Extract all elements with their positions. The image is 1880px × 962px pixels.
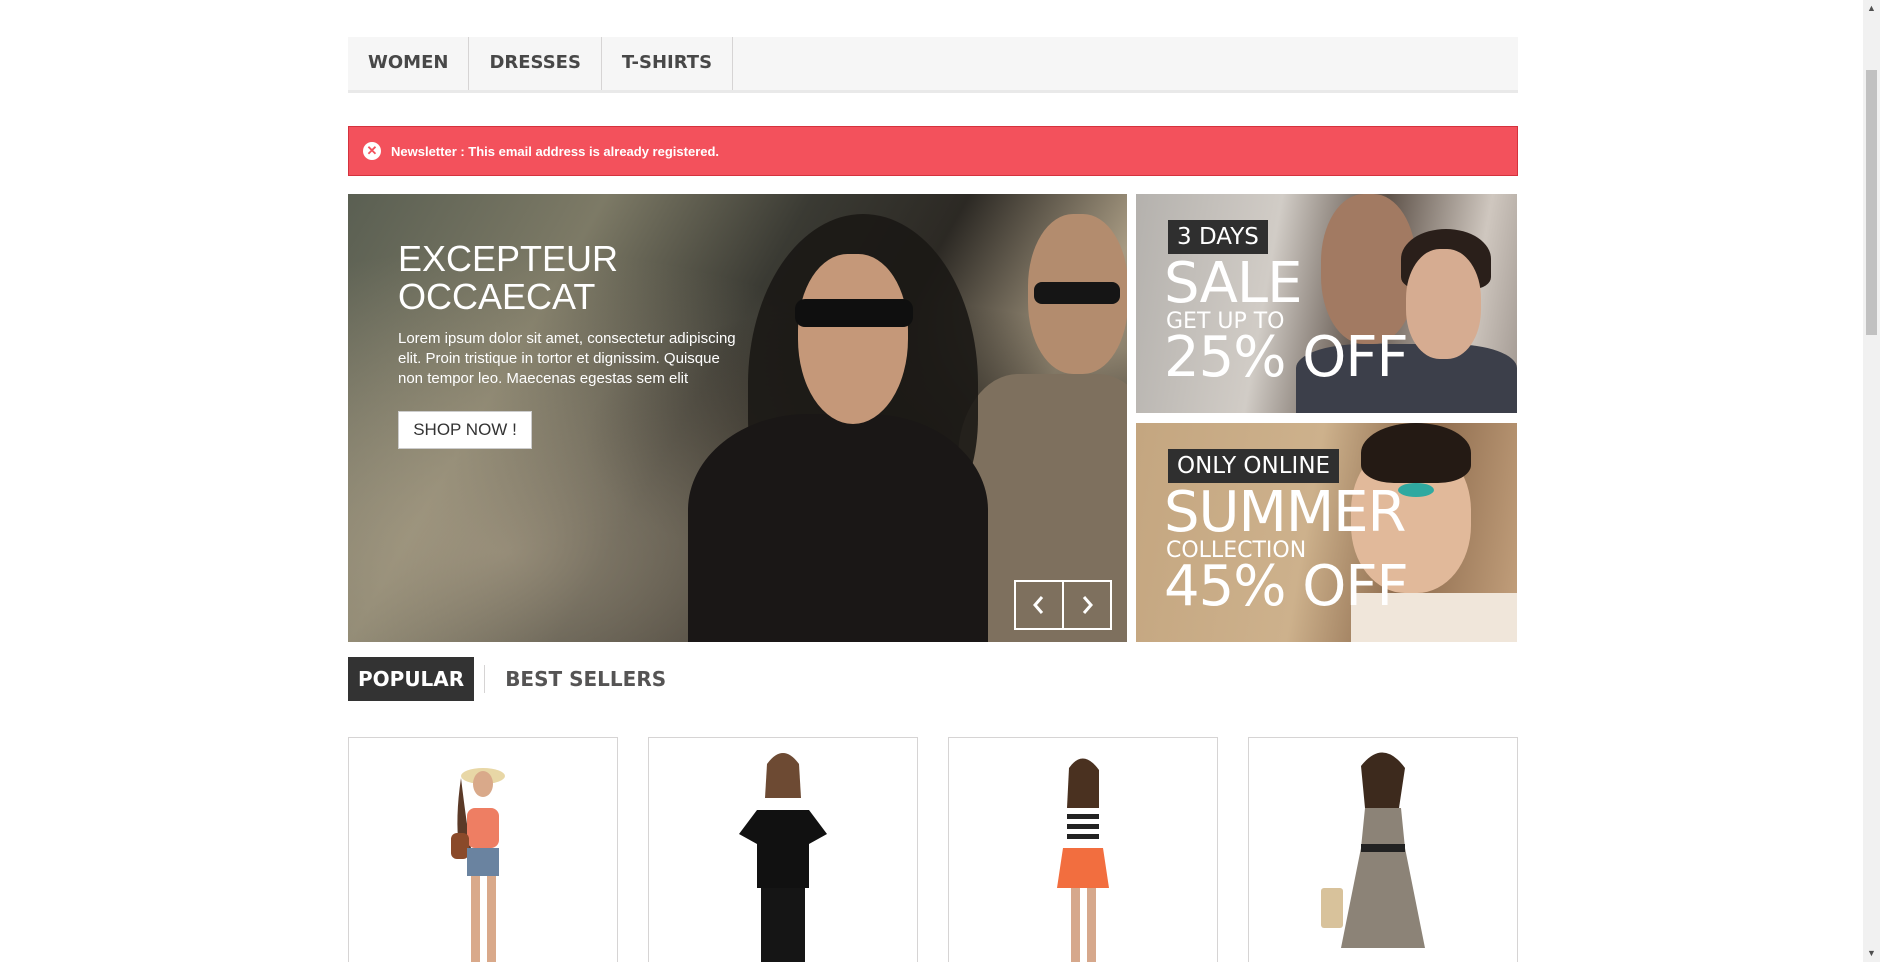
product-image bbox=[1321, 752, 1425, 948]
banner-headline: SUMMER bbox=[1164, 480, 1406, 545]
menu-item-dresses[interactable]: DRESSES bbox=[469, 37, 602, 90]
page-scrollbar[interactable]: ▲ ▼ bbox=[1863, 0, 1880, 962]
banner-sale[interactable]: 3 DAYS SALE GET UP TO 25% OFF bbox=[1136, 194, 1517, 413]
slide-title: EXCEPTEUR OCCAECAT bbox=[398, 238, 619, 317]
close-circle-icon: ✕ bbox=[363, 142, 381, 160]
product-image bbox=[451, 768, 505, 962]
chevron-right-icon bbox=[1082, 596, 1093, 614]
product-card[interactable] bbox=[1248, 737, 1518, 962]
product-card[interactable] bbox=[948, 737, 1218, 962]
top-menu: WOMEN DRESSES T-SHIRTS bbox=[348, 37, 1518, 93]
scrollbar-thumb[interactable] bbox=[1866, 70, 1877, 335]
product-grid bbox=[348, 737, 1518, 962]
shop-now-button[interactable]: SHOP NOW ! bbox=[398, 411, 532, 449]
page: WOMEN DRESSES T-SHIRTS ✕ Newsletter : Th… bbox=[0, 0, 1880, 962]
newsletter-error-alert: ✕ Newsletter : This email address is alr… bbox=[348, 126, 1518, 176]
chevron-left-icon bbox=[1033, 596, 1044, 614]
scroll-up-icon[interactable]: ▲ bbox=[1863, 0, 1880, 17]
product-card[interactable] bbox=[648, 737, 918, 962]
tab-popular[interactable]: POPULAR bbox=[348, 657, 475, 701]
slide-image-woman-jacket bbox=[688, 414, 988, 642]
slide-image-man-glasses bbox=[1034, 282, 1120, 304]
slide-image-woman-glasses bbox=[795, 299, 913, 327]
product-tabs: POPULAR BEST SELLERS bbox=[348, 657, 676, 701]
banner-headline: SALE bbox=[1164, 251, 1302, 316]
slider-prev-button[interactable] bbox=[1014, 580, 1064, 630]
slider-controls bbox=[1014, 580, 1112, 630]
home-slider: EXCEPTEUR OCCAECAT Lorem ipsum dolor sit… bbox=[348, 194, 1127, 642]
banner-offer: 25% OFF bbox=[1164, 325, 1409, 390]
banner-offer: 45% OFF bbox=[1164, 554, 1409, 619]
slider-next-button[interactable] bbox=[1062, 580, 1112, 630]
banner-summer-collection[interactable]: ONLY ONLINE SUMMER COLLECTION 45% OFF bbox=[1136, 423, 1517, 642]
scroll-down-icon[interactable]: ▼ bbox=[1863, 945, 1880, 962]
tab-best-sellers[interactable]: BEST SELLERS bbox=[495, 657, 676, 701]
menu-item-t-shirts[interactable]: T-SHIRTS bbox=[602, 37, 734, 90]
product-image bbox=[1057, 758, 1109, 962]
slide-image-woman-face bbox=[798, 254, 908, 424]
product-card[interactable] bbox=[348, 737, 618, 962]
alert-message: Newsletter : This email address is alrea… bbox=[391, 143, 720, 159]
menu-item-women[interactable]: WOMEN bbox=[348, 37, 470, 90]
banner-tag: ONLY ONLINE bbox=[1168, 449, 1340, 483]
banner-image-hair bbox=[1361, 423, 1471, 483]
tab-divider bbox=[484, 665, 486, 693]
slide-description: Lorem ipsum dolor sit amet, consectetur … bbox=[398, 330, 736, 387]
product-image bbox=[739, 753, 827, 962]
banner-tag: 3 DAYS bbox=[1168, 220, 1268, 254]
banner-image-woman bbox=[1406, 249, 1481, 359]
